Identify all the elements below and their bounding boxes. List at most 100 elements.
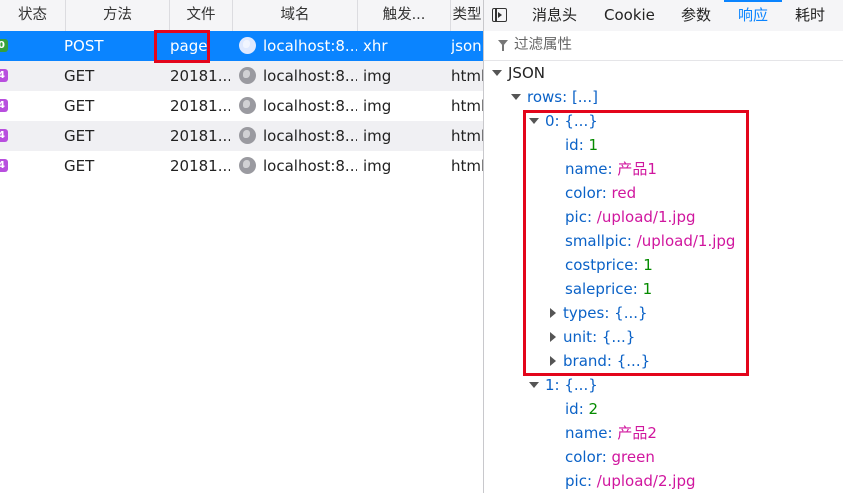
json-separator: : xyxy=(607,424,618,442)
type-cell: html xyxy=(451,157,483,175)
json-value: red xyxy=(611,184,637,202)
json-value: {...} xyxy=(564,112,598,130)
json-separator: : xyxy=(578,136,589,154)
json-value: {...} xyxy=(614,304,648,322)
status-badge: 4 xyxy=(0,99,8,112)
json-key: pic xyxy=(565,472,587,490)
json-value: 1 xyxy=(642,280,653,298)
json-value: {...} xyxy=(601,328,636,346)
status-cell: 4 xyxy=(0,151,40,181)
cause-cell: img xyxy=(363,157,392,175)
status-badge: 4 xyxy=(0,129,8,142)
tab-headers[interactable]: 消息头 xyxy=(532,0,577,31)
file-cell: 20181... xyxy=(170,97,230,115)
globe-icon xyxy=(239,37,256,54)
expanded-arrow-icon[interactable] xyxy=(529,382,539,388)
status-cell: 4 xyxy=(0,61,40,91)
request-row[interactable]: 4 GET 20181... img html localhost:8... xyxy=(0,151,483,181)
column-header-status[interactable]: 状态 xyxy=(0,0,66,31)
json-key: id xyxy=(565,136,579,154)
json-separator: : xyxy=(554,376,565,394)
json-key: name xyxy=(565,424,608,442)
domain-cell: localhost:8... xyxy=(239,61,357,91)
json-separator: : xyxy=(601,184,612,202)
domain-text: localhost:8... xyxy=(263,97,357,115)
json-tree-node[interactable]: 0: {...} xyxy=(529,109,598,133)
details-tab-bar: 消息头 Cookie 参数 响应 耗时 xyxy=(484,0,843,32)
type-cell: json xyxy=(451,37,482,55)
json-key: 1 xyxy=(545,376,555,394)
json-tree-node: color: green xyxy=(565,445,655,469)
globe-icon xyxy=(239,97,256,114)
json-separator: : xyxy=(586,472,597,490)
json-tree-node[interactable]: brand: {...} xyxy=(548,349,650,373)
globe-icon xyxy=(239,157,256,174)
collapsed-arrow-icon[interactable] xyxy=(550,308,556,318)
filter-properties-input[interactable]: 过滤属性 xyxy=(514,31,572,60)
json-key: 0 xyxy=(545,112,555,130)
json-value: green xyxy=(611,448,655,466)
request-row[interactable]: 4 GET 20181... img html localhost:8... xyxy=(0,91,483,121)
request-row[interactable]: 4 GET 20181... img html localhost:8... xyxy=(0,61,483,91)
json-root-node[interactable]: JSON xyxy=(492,61,545,85)
expanded-arrow-icon[interactable] xyxy=(529,118,539,124)
expanded-arrow-icon[interactable] xyxy=(511,94,521,100)
column-header-cause[interactable]: 触发... xyxy=(358,0,451,31)
json-tree-node: name: 产品2 xyxy=(565,421,657,445)
json-separator: : xyxy=(626,232,637,250)
tab-response[interactable]: 响应 xyxy=(723,0,783,31)
tab-timings[interactable]: 耗时 xyxy=(795,0,825,31)
json-separator: : xyxy=(554,112,565,130)
toggle-sidebar-icon[interactable] xyxy=(492,8,507,22)
status-badge: 0 xyxy=(0,39,8,52)
collapsed-arrow-icon[interactable] xyxy=(550,332,556,342)
json-key: id xyxy=(565,400,579,418)
json-separator: : xyxy=(562,88,572,106)
json-value: {...} xyxy=(616,352,651,370)
json-tree-node: color: red xyxy=(565,181,636,205)
json-value: 1 xyxy=(643,256,653,274)
filter-bar[interactable]: 过滤属性 xyxy=(484,31,843,61)
column-header-method[interactable]: 方法 xyxy=(66,0,170,31)
json-tree-node[interactable]: types: {...} xyxy=(548,301,648,325)
json-key: saleprice xyxy=(565,280,633,298)
json-separator: : xyxy=(606,352,617,370)
json-tree-node[interactable]: unit: {...} xyxy=(548,325,635,349)
domain-text: localhost:8... xyxy=(263,37,357,55)
globe-icon xyxy=(239,67,256,84)
request-row[interactable]: 4 GET 20181... img html localhost:8... xyxy=(0,121,483,151)
file-cell: page xyxy=(170,37,208,55)
json-tree-node[interactable]: 1: {...} xyxy=(529,373,598,397)
json-key: JSON xyxy=(508,64,545,82)
cause-cell: img xyxy=(363,127,392,145)
json-tree-node[interactable]: rows: [...] xyxy=(511,85,598,109)
json-value: 1 xyxy=(588,136,599,154)
method-cell: POST xyxy=(64,37,104,55)
json-key: rows xyxy=(527,88,563,106)
json-separator: : xyxy=(607,160,618,178)
json-value: /upload/1.jpg xyxy=(596,208,696,226)
filter-icon xyxy=(498,40,508,51)
tab-params[interactable]: 参数 xyxy=(681,0,711,31)
cause-cell: img xyxy=(363,67,392,85)
tab-cookies[interactable]: Cookie xyxy=(604,0,655,31)
method-cell: GET xyxy=(64,127,95,145)
status-badge: 4 xyxy=(0,159,8,172)
request-row[interactable]: 0 POST page xhr json localhost:8... xyxy=(0,31,483,61)
json-tree-node: pic: /upload/1.jpg xyxy=(565,205,695,229)
devtools-network-window: 状态 方法 文件 域名 触发... 类型 0 POST page xhr json loc… xyxy=(0,0,843,493)
column-header-file[interactable]: 文件 xyxy=(170,0,233,31)
json-tree-node: saleprice: 1 xyxy=(565,277,652,301)
json-tree-node: costprice: 1 xyxy=(565,253,653,277)
expanded-arrow-icon[interactable] xyxy=(492,70,502,76)
domain-cell: localhost:8... xyxy=(239,121,357,151)
cause-cell: xhr xyxy=(363,37,388,55)
collapsed-arrow-icon[interactable] xyxy=(550,356,556,366)
json-tree-node: name: 产品1 xyxy=(565,157,657,181)
json-key: name xyxy=(565,160,608,178)
method-cell: GET xyxy=(64,67,95,85)
column-header-domain[interactable]: 域名 xyxy=(233,0,358,31)
file-cell: 20181... xyxy=(170,157,230,175)
json-key: color xyxy=(565,448,602,466)
column-header-type[interactable]: 类型 xyxy=(451,0,483,31)
